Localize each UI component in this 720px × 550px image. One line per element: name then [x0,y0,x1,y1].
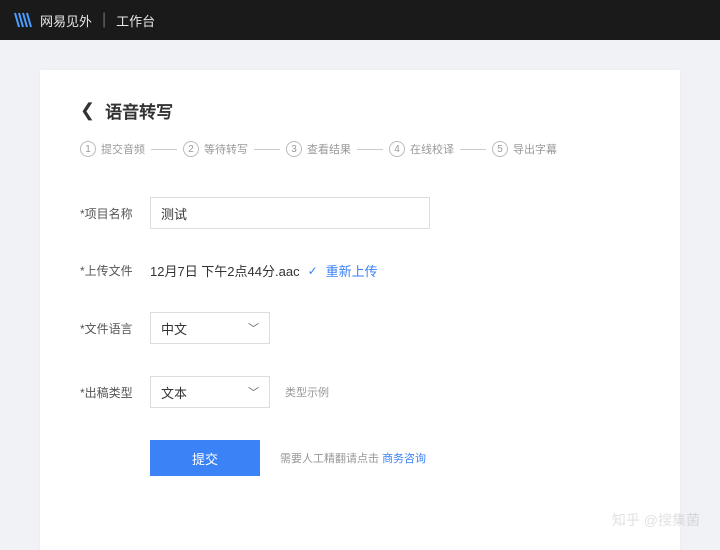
step-num: 4 [389,141,405,157]
brand-text: 网易见外 [40,11,92,30]
nav-separator: | [102,11,106,29]
step-1: 1 提交音频 [80,141,145,157]
output-type-label: *出稿类型 [80,384,150,401]
help-link[interactable]: 商务咨询 [382,453,426,465]
step-num: 5 [492,141,508,157]
step-connector [151,149,177,150]
language-value: 中文 [161,319,187,338]
step-connector [460,149,486,150]
step-5: 5 导出字幕 [492,141,557,157]
step-3: 3 查看结果 [286,141,351,157]
project-name-label: *项目名称 [80,205,150,222]
step-4: 4 在线校译 [389,141,454,157]
project-name-row: *项目名称 [80,197,640,229]
submit-row: 提交 需要人工精翻请点击 商务咨询 [150,440,640,476]
submit-button[interactable]: 提交 [150,440,260,476]
output-type-select[interactable]: 文本 ﹀ [150,376,270,408]
chevron-down-icon: ﹀ [248,384,259,400]
page-title: 语音转写 [105,98,173,123]
upload-file-row: *上传文件 12月7日 下午2点44分.aac ✓ 重新上传 [80,261,640,280]
back-chevron-icon[interactable]: ❮ [80,100,95,121]
language-select[interactable]: 中文 ﹀ [150,312,270,344]
step-connector [357,149,383,150]
step-num: 2 [183,141,199,157]
watermark: 知乎 @搜集菌 [612,510,700,530]
step-2: 2 等待转写 [183,141,248,157]
help-prefix: 需要人工精翻请点击 [280,453,382,465]
file-name-text: 12月7日 下午2点44分.aac [150,261,300,280]
top-nav: 网易见外 | 工作台 [0,0,720,40]
file-info: 12月7日 下午2点44分.aac ✓ 重新上传 [150,261,378,280]
step-label: 提交音频 [101,141,145,157]
brand-logo[interactable]: 网易见外 [14,11,92,30]
logo-icon [14,11,36,29]
reupload-link[interactable]: 重新上传 [326,261,378,280]
step-label: 导出字幕 [513,141,557,157]
nav-subtitle: 工作台 [116,11,155,30]
step-label: 在线校译 [410,141,454,157]
project-name-input[interactable] [150,197,430,229]
step-num: 3 [286,141,302,157]
help-text: 需要人工精翻请点击 商务咨询 [280,450,426,466]
step-indicator: 1 提交音频 2 等待转写 3 查看结果 4 在线校译 5 导出字幕 [80,141,640,157]
output-type-hint[interactable]: 类型示例 [285,384,329,400]
step-label: 查看结果 [307,141,351,157]
output-type-row: *出稿类型 文本 ﹀ 类型示例 [80,376,640,408]
language-row: *文件语言 中文 ﹀ [80,312,640,344]
step-label: 等待转写 [204,141,248,157]
upload-file-label: *上传文件 [80,262,150,279]
language-label: *文件语言 [80,320,150,337]
check-icon: ✓ [308,264,318,278]
step-connector [254,149,280,150]
title-row: ❮ 语音转写 [80,98,640,123]
main-card: ❮ 语音转写 1 提交音频 2 等待转写 3 查看结果 4 在线校译 5 导出字幕 *项目… [40,70,680,550]
output-type-value: 文本 [161,383,187,402]
step-num: 1 [80,141,96,157]
chevron-down-icon: ﹀ [248,320,259,336]
